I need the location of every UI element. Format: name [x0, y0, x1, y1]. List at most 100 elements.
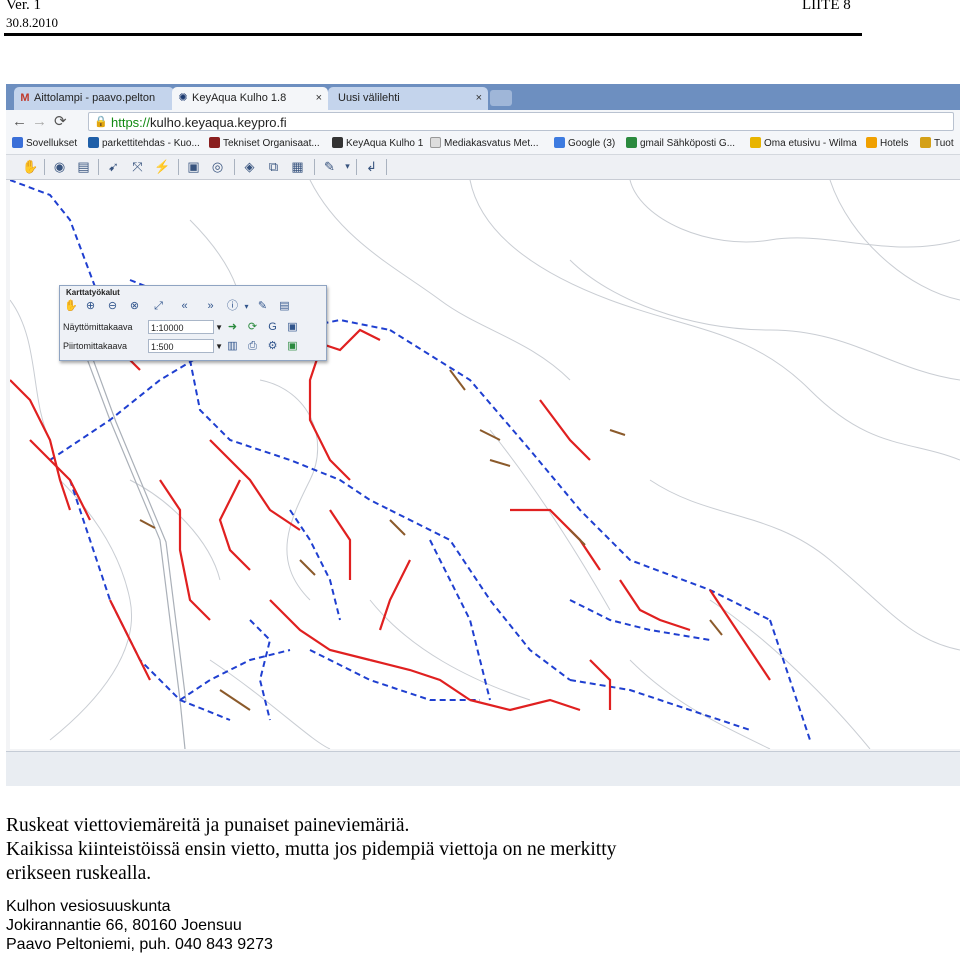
chevron-down-icon[interactable]: ▾ [240, 300, 253, 313]
new-tab-button[interactable] [490, 90, 512, 106]
toolbar-separator [234, 159, 235, 175]
date-label: 30.8.2010 [6, 15, 58, 30]
caption-line: erikseen ruskealla. [6, 863, 152, 884]
close-tab-icon[interactable]: × [316, 87, 322, 110]
info-icon[interactable]: ⓘ [226, 300, 239, 313]
bookmark-tekniset[interactable]: Tekniset Organisaat... [209, 134, 320, 154]
toolbar-separator [178, 159, 179, 175]
keyaqua-icon: ✺ [178, 92, 188, 104]
chevron-down-icon[interactable]: ▾ [340, 159, 355, 174]
lightning-icon[interactable]: ⚡ [154, 159, 170, 174]
pan-hand-icon[interactable]: ✋ [64, 300, 78, 313]
printer-icon[interactable]: ⎙ [246, 340, 259, 353]
tab-label: Aittolampi - paavo.pelton [34, 92, 156, 104]
toolbar-separator [356, 159, 357, 175]
gmail-icon [626, 137, 637, 148]
footer: Kulhon vesiosuuskunta Jokirannantie 66, … [6, 897, 273, 954]
split-icon[interactable]: ⤧ [130, 159, 145, 174]
close-tab-icon[interactable]: × [476, 87, 482, 110]
appendix-label: LIITE 8 [802, 0, 851, 13]
apps-icon [12, 137, 23, 148]
status-bar [6, 751, 960, 786]
lock-icon: 🔒 [94, 116, 108, 128]
draw-scale-row: Piirtomittakaava 1:500 ▼ ▥ ⎙ ⚙ ▣ [60, 339, 326, 355]
hotel-icon [866, 137, 877, 148]
bookmark-hotels[interactable]: Hotels [866, 134, 908, 154]
bookmark-google[interactable]: Google (3) [554, 134, 615, 154]
footer-org: Kulhon vesiosuuskunta [6, 898, 171, 915]
zoom-box-icon[interactable]: ⊗ [128, 300, 141, 313]
bookmark-icon [88, 137, 99, 148]
document-icon[interactable]: ▤ [76, 159, 91, 174]
reload-icon[interactable]: ⟳ [54, 113, 67, 131]
shield-icon [209, 137, 220, 148]
edit-icon[interactable]: ✎ [256, 300, 269, 313]
back-icon[interactable]: ← [12, 113, 27, 131]
previous-view-icon[interactable]: « [178, 300, 191, 313]
full-extent-icon[interactable]: ⤢ [152, 300, 165, 313]
chevron-down-icon: ▼ [215, 323, 223, 332]
bookmarks-bar: Sovellukset parkettitehdas - Kuo... Tekn… [6, 134, 960, 155]
tab-keyaqua[interactable]: ✺ KeyAqua Kulho 1.8 × [172, 87, 328, 110]
bookmark-mediakasvatus[interactable]: Mediakasvatus Met... [430, 134, 538, 154]
zoom-out-icon[interactable]: ⊖ [106, 300, 119, 313]
view-scale-label: Näyttömittakaava [63, 322, 133, 332]
settings-icon[interactable]: ⚙ [266, 340, 279, 353]
header-rule [4, 33, 862, 36]
wrench-icon[interactable]: ✎ [322, 159, 337, 174]
pan-hand-icon[interactable]: ✋ [22, 159, 38, 174]
toolbar-separator [314, 159, 315, 175]
bookmark-parkettitehdas[interactable]: parkettitehdas - Kuo... [88, 134, 200, 154]
map-canvas[interactable]: Karttatyökalut ✋ ⊕ ⊖ ⊗ ⤢ « » ⓘ ▾ ✎ ▤ Näy… [10, 180, 960, 749]
print-icon[interactable]: ▣ [186, 159, 201, 174]
tab-label: KeyAqua Kulho 1.8 [192, 92, 287, 104]
google-g-icon[interactable]: G [266, 321, 279, 334]
footer-contact: Paavo Peltoniemi, puh. 040 843 9273 [6, 936, 273, 953]
bookmark-wilma[interactable]: Oma etusivu - Wilma [750, 134, 857, 154]
tab-gmail[interactable]: M Aittolampi - paavo.pelton [14, 87, 174, 110]
layer-icon[interactable]: ▤ [278, 300, 291, 313]
globe-icon[interactable]: ◉ [52, 159, 67, 174]
tab-new[interactable]: Uusi välilehti × [328, 87, 488, 110]
toolbar-separator [98, 159, 99, 175]
copy-icon[interactable]: ⧉ [266, 159, 281, 174]
save-icon[interactable]: ▦ [290, 159, 305, 174]
return-icon[interactable]: ↲ [364, 159, 379, 174]
tab-strip: M Aittolampi - paavo.pelton ✺ KeyAqua Ku… [6, 84, 960, 110]
chevron-down-icon: ▼ [215, 342, 223, 351]
browser-screenshot: M Aittolampi - paavo.pelton ✺ KeyAqua Ku… [6, 84, 960, 786]
draw-scale-label: Piirtomittakaava [63, 341, 128, 351]
draw-scale-select[interactable]: 1:500 ▼ [148, 339, 223, 353]
bookmark-keyaqua[interactable]: KeyAqua Kulho 1 [332, 134, 423, 154]
forward-icon[interactable]: → [32, 113, 47, 131]
ruler-icon[interactable]: ▥ [226, 340, 239, 353]
bookmark-folder[interactable]: Tuot [920, 134, 954, 154]
go-arrow-icon[interactable]: ➜ [226, 321, 239, 334]
url-scheme: https:// [111, 115, 151, 130]
address-bar-row: ← → ⟳ 🔒 https://kulho.keyaqua.keypro.fi [6, 110, 960, 134]
binoculars-icon[interactable]: ◎ [210, 159, 225, 174]
map-toolbar: ✋ ◉ ▤ ➹ ⤧ ⚡ ▣ ◎ ◈ ⧉ ▦ ✎ ▾ ↲ [6, 155, 960, 180]
print-icon[interactable]: ▣ [286, 321, 299, 334]
footer-address: Jokirannantie 66, 80160 Joensuu [6, 917, 242, 934]
sewer-network-map [10, 180, 960, 749]
document-header-left: Ver. 1 30.8.2010 [6, 0, 58, 31]
url-field[interactable]: 🔒 https://kulho.keyaqua.keypro.fi [88, 112, 954, 131]
google-icon [554, 137, 565, 148]
arrow-tool-icon[interactable]: ➹ [106, 159, 121, 174]
keyaqua-icon [332, 137, 343, 148]
view-scale-row: Näyttömittakaava 1:10000 ▼ ➜ ⟳ G ▣ [60, 320, 326, 336]
next-view-icon[interactable]: » [204, 300, 217, 313]
view-scale-select[interactable]: 1:10000 ▼ [148, 320, 223, 334]
gmail-icon: M [20, 92, 30, 104]
export-icon[interactable]: ▣ [286, 340, 299, 353]
map-tools-panel: Karttatyökalut ✋ ⊕ ⊖ ⊗ ⤢ « » ⓘ ▾ ✎ ▤ Näy… [59, 285, 327, 361]
bookmark-apps[interactable]: Sovellukset [12, 134, 77, 154]
caption: Ruskeat viettoviemäreitä ja punaiset pai… [6, 814, 956, 886]
zoom-in-icon[interactable]: ⊕ [84, 300, 97, 313]
bookmark-gmail[interactable]: gmail Sähköposti G... [626, 134, 735, 154]
layers-icon[interactable]: ◈ [242, 159, 257, 174]
version-label: Ver. 1 [6, 0, 41, 13]
caption-line: Kaikissa kiinteistöissä ensin vietto, mu… [6, 839, 617, 860]
refresh-icon[interactable]: ⟳ [246, 321, 259, 334]
